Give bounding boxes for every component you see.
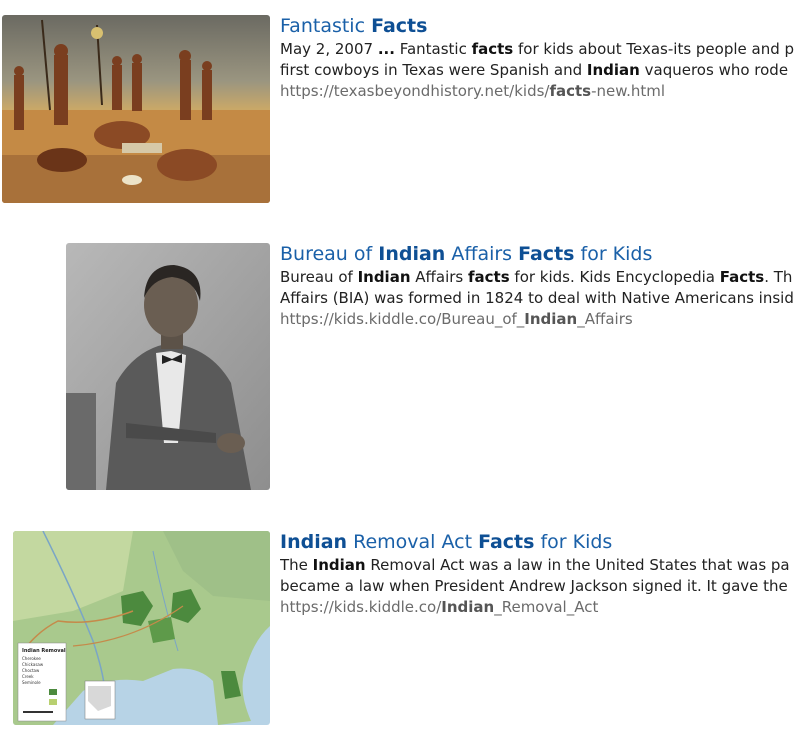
text-segment: The	[280, 556, 313, 574]
text-segment: _Removal_Act	[494, 598, 599, 616]
result-snippet-line: Affairs (BIA) was formed in 1824 to deal…	[280, 288, 796, 309]
highlighted-term: Indian	[378, 243, 446, 265]
highlighted-term: facts	[468, 268, 510, 286]
map-legend-title: Indian Removal	[22, 648, 66, 654]
text-segment: became a law when President Andrew Jacks…	[280, 577, 788, 595]
text-segment: May 2, 2007	[280, 40, 378, 58]
map-legend-item: Seminole	[22, 680, 41, 685]
portrait-photo-thumbnail-icon	[66, 243, 270, 490]
text-segment: Fantastic	[280, 15, 372, 37]
result-snippet-line: May 2, 2007 ... Fantastic facts for kids…	[280, 39, 796, 60]
text-segment: for kids. Kids Encyclopedia	[509, 268, 720, 286]
highlighted-term: Facts	[478, 531, 535, 553]
highlighted-term: Facts	[518, 243, 575, 265]
highlighted-term: Indian	[280, 531, 348, 553]
highlighted-term: Indian	[441, 598, 495, 616]
text-segment: vaqueros who rode	[639, 61, 789, 79]
highlighted-term: Indian	[312, 556, 366, 574]
result-snippet-line: The Indian Removal Act was a law in the …	[280, 555, 796, 576]
map-legend-item: Chickasaw	[22, 662, 44, 667]
result-url-link[interactable]: https://kids.kiddle.co/Bureau_of_Indian_…	[280, 309, 796, 330]
text-segment: -new.html	[591, 82, 666, 100]
result-thumbnail-portrait[interactable]	[66, 243, 270, 490]
text-segment: Removal Act was a law in the United Stat…	[365, 556, 790, 574]
text-segment: for Kids	[574, 243, 653, 265]
highlighted-term: ...	[377, 40, 395, 58]
text-segment: for Kids	[534, 531, 613, 553]
text-segment: Affairs	[410, 268, 468, 286]
result-snippet-line: Bureau of Indian Affairs facts for kids.…	[280, 267, 796, 288]
text-segment: https://texasbeyondhistory.net/kids/	[280, 82, 550, 100]
result-title-link[interactable]: Indian Removal Act Facts for Kids	[280, 529, 796, 555]
painting-thumbnail-icon	[2, 15, 270, 203]
result-url-link[interactable]: https://texasbeyondhistory.net/kids/fact…	[280, 81, 796, 102]
text-segment: https://kids.kiddle.co/Bureau_of_	[280, 310, 525, 328]
map-legend-item: Cherokee	[22, 656, 41, 661]
highlighted-term: Facts	[719, 268, 765, 286]
search-results: Fantastic Facts May 2, 2007 ... Fantasti…	[0, 0, 796, 735]
map-legend-item: Creek	[22, 674, 34, 679]
text-segment: for kids about Texas-its people and p	[513, 40, 795, 58]
text-segment: https://kids.kiddle.co/	[280, 598, 442, 616]
result-title-link[interactable]: Bureau of Indian Affairs Facts for Kids	[280, 241, 796, 267]
highlighted-term: facts	[549, 82, 592, 100]
text-segment: Affairs (BIA) was formed in 1824 to deal…	[280, 289, 794, 307]
text-segment: Bureau of	[280, 243, 379, 265]
text-segment: first cowboys in Texas were Spanish and	[280, 61, 587, 79]
text-segment: _Affairs	[577, 310, 633, 328]
result-url-link[interactable]: https://kids.kiddle.co/Indian_Removal_Ac…	[280, 597, 796, 618]
text-segment: Affairs	[445, 243, 519, 265]
highlighted-term: Facts	[371, 15, 428, 37]
highlighted-term: Indian	[357, 268, 411, 286]
text-segment: Removal Act	[347, 531, 479, 553]
highlighted-term: facts	[471, 40, 514, 58]
result-snippet-line: first cowboys in Texas were Spanish and …	[280, 60, 796, 81]
text-segment: . Th	[764, 268, 793, 286]
result-thumbnail-map[interactable]: Indian Removal Cherokee Chickasaw Chocta…	[13, 531, 270, 725]
result-thumbnail-painting[interactable]	[2, 15, 270, 203]
highlighted-term: Indian	[586, 61, 640, 79]
text-segment: Bureau of	[280, 268, 358, 286]
text-segment: Fantastic	[394, 40, 472, 58]
map-thumbnail-icon: Indian Removal Cherokee Chickasaw Chocta…	[13, 531, 270, 725]
highlighted-term: Indian	[524, 310, 578, 328]
map-legend-item: Choctaw	[22, 668, 40, 673]
result-snippet-line: became a law when President Andrew Jacks…	[280, 576, 796, 597]
result-title-link[interactable]: Fantastic Facts	[280, 13, 796, 39]
